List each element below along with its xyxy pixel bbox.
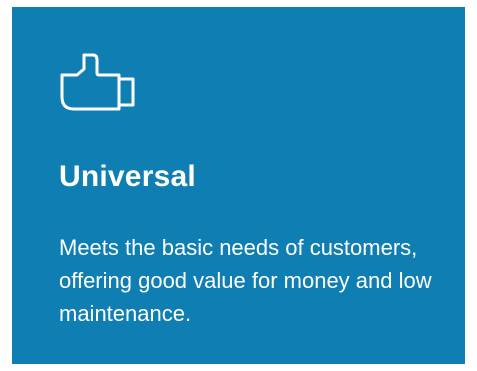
- card-title: Universal: [59, 160, 196, 193]
- thumbs-up-icon: [59, 52, 141, 112]
- card-description: Meets the basic needs of customers, offe…: [59, 235, 432, 326]
- feature-card: Universal Meets the basic needs of custo…: [12, 7, 465, 364]
